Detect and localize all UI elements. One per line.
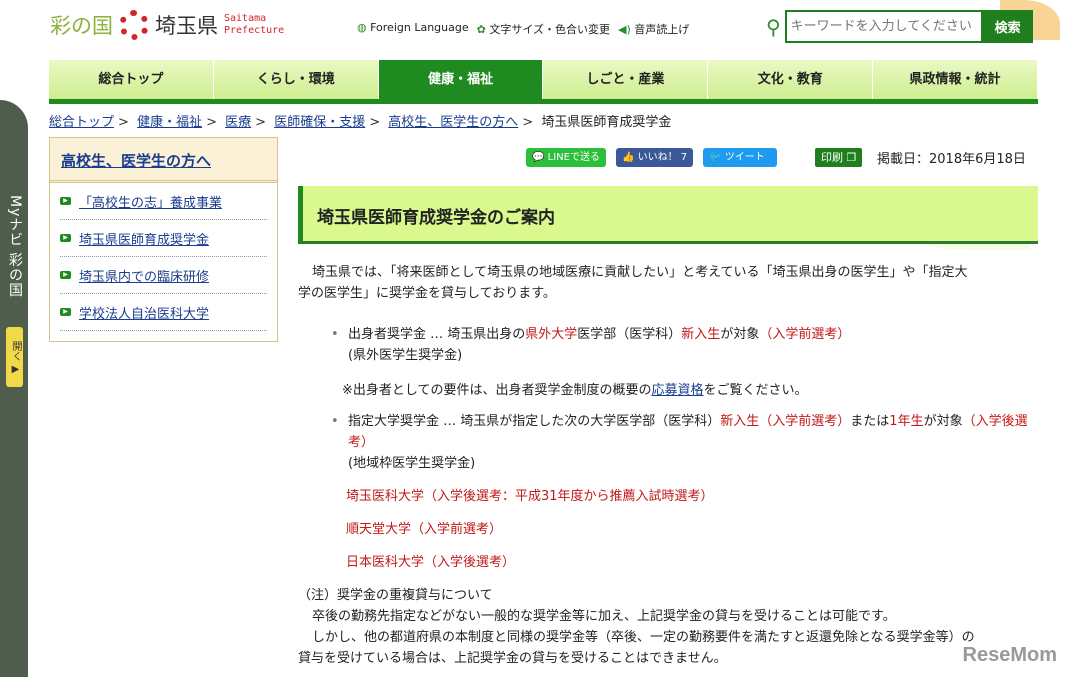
search-form: ⚲ 検索: [766, 10, 1033, 43]
search-input[interactable]: [784, 10, 983, 43]
arrow-icon: ▶: [60, 271, 71, 279]
search-button[interactable]: 検索: [982, 10, 1033, 43]
caution-text: 貸与を受けている場合は、上記奨学金の貸与を受けることはできません。: [298, 651, 727, 666]
my-navi-tab[interactable]: Myナビ 彩の国 開く ▶: [0, 100, 28, 677]
sidebar-link[interactable]: 埼玉県内での臨床研修: [79, 266, 209, 285]
university-item: 順天堂大学（入学前選考）: [346, 522, 503, 537]
facebook-like-button[interactable]: 👍 いいね！ 7: [615, 148, 694, 167]
eligibility-link[interactable]: 応募資格: [652, 383, 704, 398]
text-size-color-link[interactable]: ✿ 文字サイズ・色合い変更: [477, 21, 610, 37]
intro-text: 埼玉県では、「将来医師として埼玉県の地域医療に貢献したい」と考えている「埼玉県出…: [298, 265, 968, 301]
read-aloud-link[interactable]: ◀) 音声読上げ: [618, 21, 689, 37]
scholarship-item: 出身者奨学金 … 埼玉県出身の県外大学医学部（医学科）新入生が対象（入学前選考）…: [298, 324, 1043, 366]
breadcrumb-link[interactable]: 健康・福祉: [137, 115, 202, 130]
university-item: 埼玉医科大学（入学後選考：平成31年度から推薦入試時選考）: [346, 489, 714, 504]
my-navi-open-button[interactable]: 開く ▶: [6, 327, 23, 387]
caution-title: （注）奨学金の重複貸与について: [298, 588, 493, 603]
print-button[interactable]: 印刷 ❐: [815, 148, 863, 167]
sidebar-item: ▶ 「高校生の志」養成事業: [60, 183, 267, 220]
breadcrumb: 総合トップ > 健康・福祉 > 医療 > 医師確保・支援 > 高校生、医学生の方へ > 埼…: [49, 115, 672, 130]
sidebar-item: ▶ 学校法人自治医科大学: [60, 294, 267, 331]
nav-culture[interactable]: 文化・教育: [708, 60, 874, 99]
sidebar-menu: 高校生、医学生の方へ ▶ 「高校生の志」養成事業 ▶ 埼玉県医師育成奨学金 ▶ 埼玉県…: [49, 137, 278, 342]
sidebar-link[interactable]: 埼玉県医師育成奨学金: [79, 229, 209, 248]
sidebar-link[interactable]: 学校法人自治医科大学: [79, 303, 209, 322]
logo-english: Saitama Prefecture: [224, 13, 285, 36]
line-share-button[interactable]: 💬 LINEで送る: [526, 148, 606, 167]
print-icon: ❐: [846, 151, 857, 164]
sidebar-item: ▶ 埼玉県医師育成奨学金: [60, 220, 267, 257]
sidebar-item: ▶ 埼玉県内での臨床研修: [60, 257, 267, 294]
publish-date: 掲載日：2018年6月18日: [877, 152, 1026, 167]
page-title: 埼玉県医師育成奨学金のご案内: [298, 186, 1038, 244]
breadcrumb-link[interactable]: 総合トップ: [49, 115, 114, 130]
gear-icon: ✿: [476, 23, 486, 36]
nav-health-welfare[interactable]: 健康・福祉: [378, 60, 544, 99]
site-logo[interactable]: 彩の国 埼玉県 Saitama Prefecture: [50, 10, 284, 40]
caution-text: 卒後の勤務先指定などがない一般的な奨学金等に加え、上記奨学金の貸与を受けることは…: [312, 609, 896, 624]
logo-ayanokuni: 彩の国: [50, 14, 113, 38]
logo-prefecture: 埼玉県: [155, 14, 218, 38]
nav-work[interactable]: しごと・産業: [543, 60, 709, 99]
globe-icon: ◍: [357, 21, 367, 34]
arrow-icon: ▶: [60, 197, 71, 205]
breadcrumb-link[interactable]: 高校生、医学生の方へ: [388, 115, 518, 130]
scholarship-item: 指定大学奨学金 … 埼玉県が指定した次の大学医学部（医学科）新入生（入学前選考）…: [298, 411, 1043, 474]
breadcrumb-link[interactable]: 医師確保・支援: [274, 115, 365, 130]
my-navi-label: Myナビ 彩の国: [7, 195, 23, 298]
foreign-language-link[interactable]: ◍ Foreign Language: [357, 21, 469, 37]
breadcrumb-link[interactable]: 医療: [225, 115, 251, 130]
main-content: 埼玉県では、「将来医師として埼玉県の地域医療に貢献したい」と考えている「埼玉県出…: [298, 262, 1043, 669]
arrow-icon: ▶: [60, 234, 71, 242]
search-icon: ⚲: [766, 14, 781, 39]
global-nav: 総合トップ くらし・環境 健康・福祉 しごと・産業 文化・教育 県政情報・統計: [49, 60, 1038, 104]
nav-living[interactable]: くらし・環境: [213, 60, 379, 99]
nav-top[interactable]: 総合トップ: [49, 60, 214, 99]
arrow-icon: ▶: [60, 308, 71, 316]
sidebar-link[interactable]: 「高校生の志」養成事業: [79, 192, 222, 211]
prefecture-emblem-icon: [119, 10, 149, 40]
breadcrumb-current: 埼玉県医師育成奨学金: [541, 115, 672, 130]
sidebar-title[interactable]: 高校生、医学生の方へ: [61, 152, 211, 170]
tweet-button[interactable]: 🐦 ツイート: [703, 148, 778, 167]
share-buttons: 💬 LINEで送る 👍 いいね！ 7 🐦 ツイート: [526, 148, 778, 167]
nav-government[interactable]: 県政情報・統計: [873, 60, 1038, 99]
speaker-icon: ◀): [618, 23, 631, 36]
watermark-logo: ReseMom: [962, 644, 1057, 666]
utility-links: ◍ Foreign Language ✿ 文字サイズ・色合い変更 ◀) 音声読上…: [357, 21, 689, 37]
university-item: 日本医科大学（入学後選考）: [346, 555, 516, 570]
caution-text: しかし、他の都道府県の本制度と同様の奨学金等（卒後、一定の勤務要件を満たすと返還…: [312, 630, 975, 645]
requirement-note: ※出身者としての要件は、出身者奨学金制度の概要の応募資格をご覧ください。: [342, 383, 808, 398]
